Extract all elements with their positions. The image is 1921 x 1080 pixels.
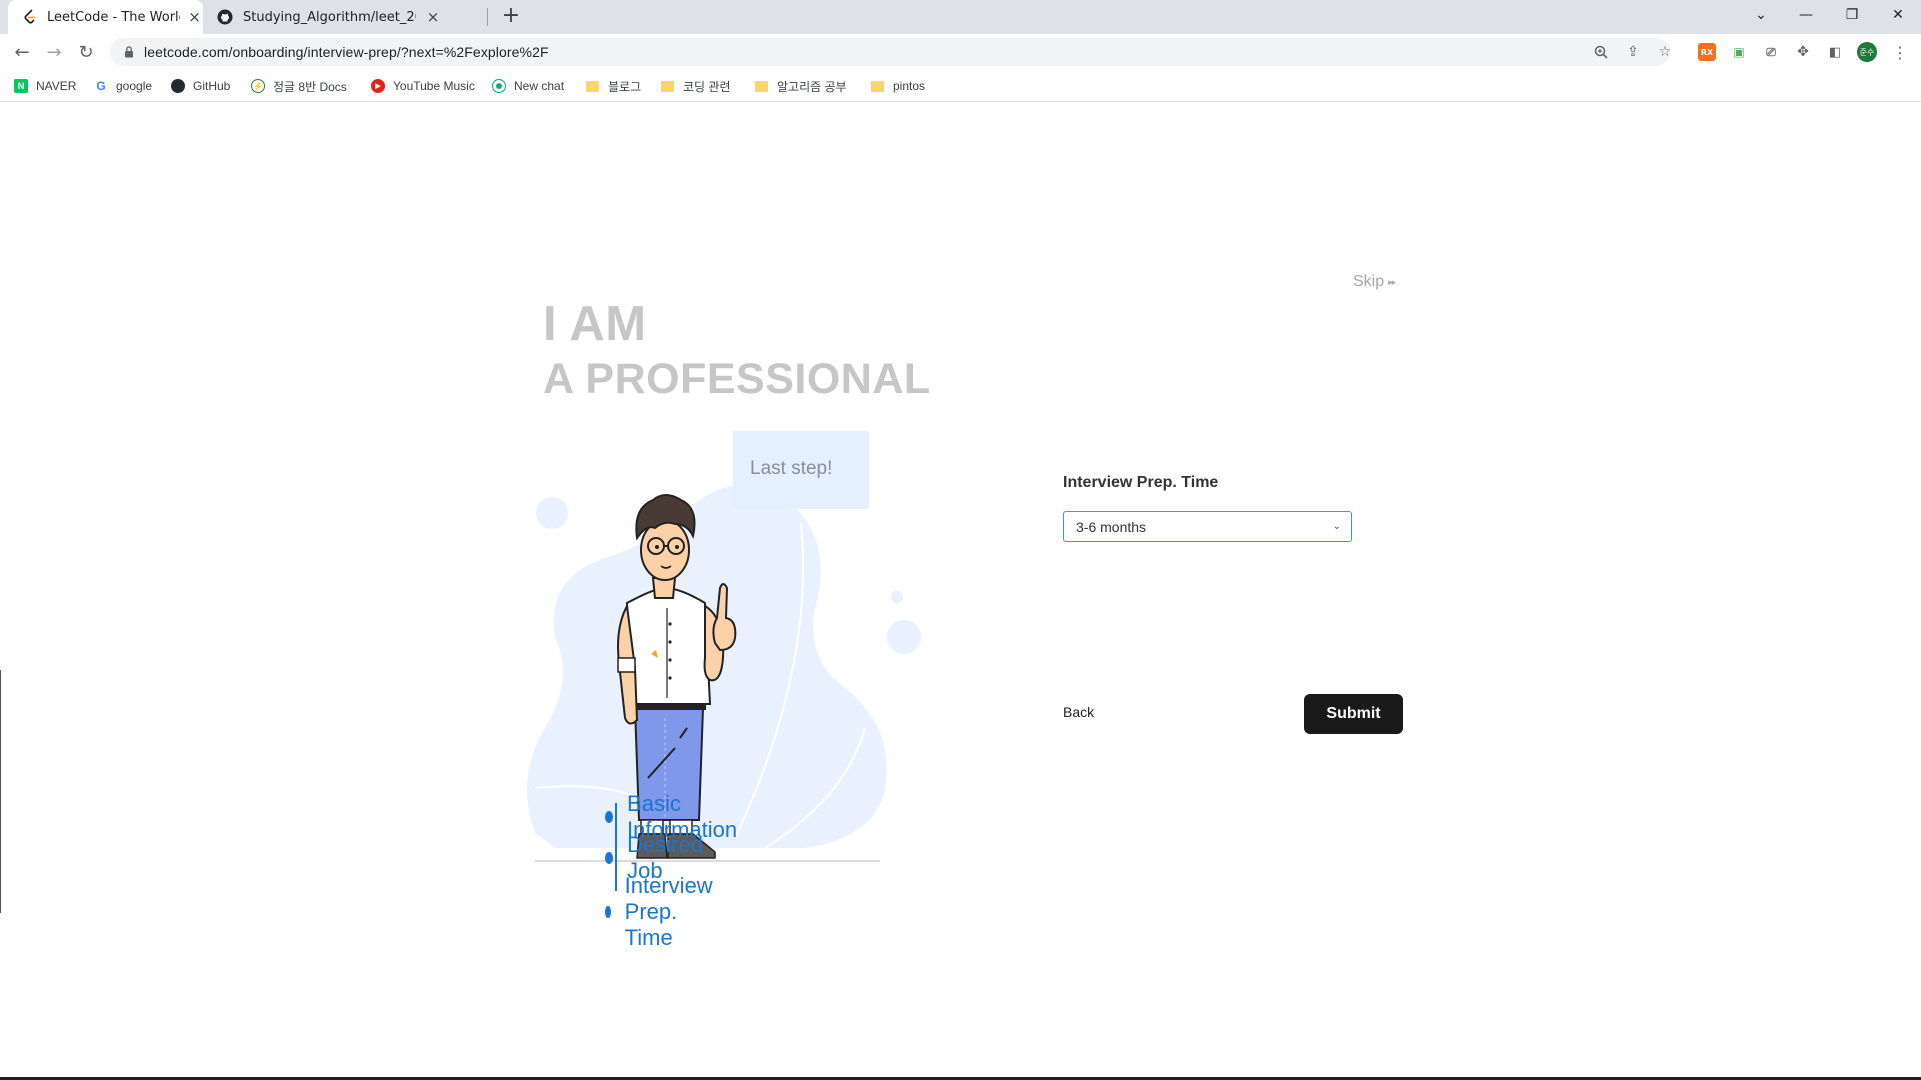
- side-panel-icon[interactable]: ◧: [1826, 43, 1844, 61]
- extensions-puzzle-icon[interactable]: ✥: [1794, 43, 1812, 61]
- bookmark-youtube-music[interactable]: ▶ YouTube Music: [371, 76, 475, 96]
- github-icon: [217, 9, 233, 25]
- back-button[interactable]: Back: [1063, 704, 1094, 720]
- onboarding-page: I AM A PROFESSIONAL Skip ▸▸ Last step! B…: [0, 103, 1921, 1080]
- menu-icon[interactable]: ⋮: [1890, 40, 1910, 64]
- bookmark-new-chat[interactable]: ✺ New chat: [492, 76, 564, 96]
- address-bar[interactable]: leetcode.com/onboarding/interview-prep/?…: [110, 38, 1671, 66]
- tab-title: LeetCode - The World's Leading: [47, 9, 180, 25]
- bookmark-label: NAVER: [36, 79, 77, 93]
- bookmark-label: 알고리즘 공부: [777, 79, 847, 94]
- speech-bubble-text: Last step!: [750, 458, 833, 479]
- google-icon: G: [94, 79, 108, 93]
- step-dot-icon: [605, 852, 614, 864]
- double-arrow-icon: ▸▸: [1388, 276, 1396, 287]
- bookmark-label: YouTube Music: [393, 79, 475, 93]
- chevron-down-icon: ⌄: [1332, 521, 1341, 532]
- interview-prep-time-label: Interview Prep. Time: [1063, 474, 1219, 491]
- bookmark-folder-coding[interactable]: 코딩 관련: [661, 76, 731, 96]
- close-icon[interactable]: ×: [424, 8, 442, 26]
- naver-icon: N: [14, 79, 28, 93]
- leetcode-icon: [22, 9, 37, 25]
- bookmark-label: 코딩 관련: [683, 79, 731, 94]
- bookmark-google[interactable]: G google: [94, 76, 152, 96]
- minimize-button[interactable]: —: [1783, 0, 1829, 30]
- restore-button[interactable]: ❐: [1829, 0, 1875, 30]
- url-text[interactable]: leetcode.com/onboarding/interview-prep/?…: [144, 44, 549, 60]
- heading-line-1: I AM: [543, 297, 647, 351]
- bookmark-folder-pintos[interactable]: pintos: [871, 76, 925, 96]
- share-icon[interactable]: ⇪: [1624, 43, 1642, 61]
- zoom-icon[interactable]: [1592, 43, 1610, 61]
- tab-separator: [487, 8, 488, 26]
- bookmarks-bar: N NAVER G google GitHub ⚡ 정글 8반 Docs ▶ Y…: [0, 70, 1921, 102]
- bookmark-folder-blog[interactable]: 블로그: [586, 76, 641, 96]
- tab-title: Studying_Algorithm/leet_268.py: [243, 9, 416, 25]
- extension-cast-icon[interactable]: ⎚: [1762, 43, 1780, 61]
- tab-search-icon[interactable]: ⌄: [1738, 0, 1784, 30]
- tab-leetcode[interactable]: LeetCode - The World's Leading ×: [8, 0, 203, 34]
- bookmark-label: 정글 8반 Docs: [273, 79, 347, 94]
- extension-media-icon[interactable]: ▣: [1730, 43, 1748, 61]
- folder-icon: [586, 80, 599, 92]
- close-window-button[interactable]: ✕: [1875, 0, 1921, 30]
- bookmark-label: New chat: [514, 79, 565, 93]
- edge-divider: [0, 670, 1, 913]
- bookmark-label: google: [116, 79, 153, 93]
- close-icon[interactable]: ×: [186, 8, 203, 26]
- step-dot-icon: [605, 906, 611, 918]
- back-arrow-icon[interactable]: ←: [9, 39, 35, 65]
- github-icon: [171, 79, 185, 93]
- bookmark-naver[interactable]: N NAVER: [14, 76, 76, 96]
- extension-rx-icon[interactable]: RX: [1698, 43, 1716, 61]
- chatgpt-icon: ✺: [492, 79, 506, 93]
- bookmark-folder-algorithm[interactable]: 알고리즘 공부: [755, 76, 847, 96]
- youtube-music-icon: ▶: [371, 79, 385, 93]
- docs-icon: ⚡: [251, 79, 265, 93]
- reload-icon[interactable]: ↻: [73, 39, 99, 65]
- bookmark-star-icon[interactable]: ☆: [1656, 43, 1674, 61]
- folder-icon: [871, 80, 884, 92]
- folder-icon: [755, 80, 768, 92]
- profile-avatar[interactable]: 준수: [1857, 42, 1877, 62]
- bookmark-docs[interactable]: ⚡ 정글 8반 Docs: [251, 76, 347, 96]
- bookmark-label: GitHub: [193, 79, 231, 93]
- tab-github[interactable]: Studying_Algorithm/leet_268.py ×: [203, 0, 486, 34]
- tab-strip: LeetCode - The World's Leading × Studyin…: [0, 0, 1921, 34]
- bookmark-github[interactable]: GitHub: [171, 76, 230, 96]
- select-value: 3-6 months: [1076, 518, 1147, 535]
- step-label: Interview Prep. Time: [624, 873, 713, 950]
- bookmark-label: pintos: [893, 79, 926, 93]
- submit-button[interactable]: Submit: [1304, 694, 1403, 734]
- skip-label: Skip: [1353, 273, 1385, 290]
- step-interview-prep-time[interactable]: Interview Prep. Time: [605, 873, 719, 951]
- heading-line-2: A PROFESSIONAL: [543, 355, 931, 403]
- step-dot-icon: [605, 811, 614, 823]
- interview-prep-time-select[interactable]: 3-6 months ⌄: [1063, 511, 1352, 542]
- lock-icon[interactable]: [122, 45, 136, 59]
- bookmark-label: 블로그: [608, 79, 642, 94]
- new-tab-button[interactable]: +: [499, 5, 523, 29]
- browser-toolbar: ← → ↻ leetcode.com/onboarding/interview-…: [0, 34, 1921, 70]
- forward-arrow-icon[interactable]: →: [41, 39, 67, 65]
- folder-icon: [661, 80, 674, 92]
- skip-link[interactable]: Skip ▸▸: [1353, 273, 1396, 291]
